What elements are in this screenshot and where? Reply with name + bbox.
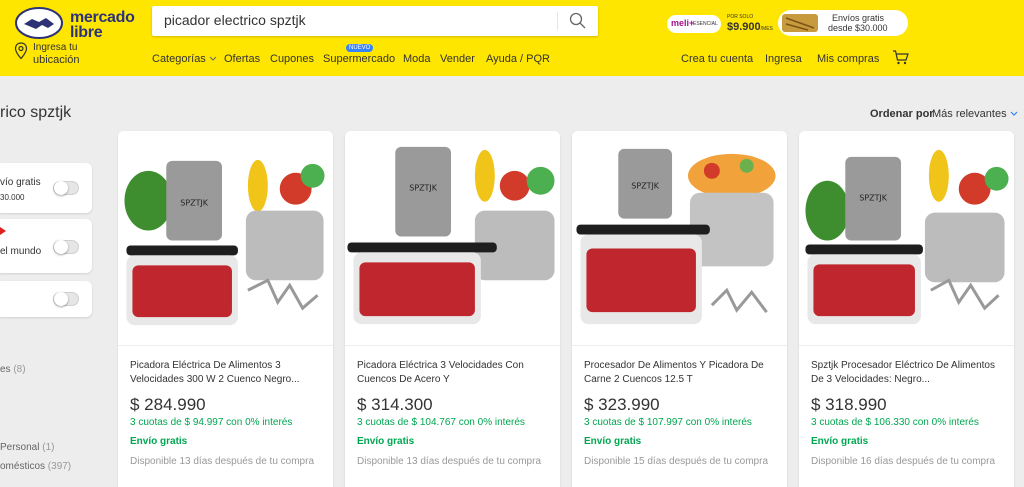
product-title[interactable]: Spztjk Procesador Eléctrico De Alimentos… [811,359,1001,387]
logo-text: mercado libre [70,9,135,41]
filter-toggle[interactable] [53,181,79,195]
product-brand-label: SPZTJK [409,184,437,193]
meli-plus-promo[interactable]: meli+ ESENCIAL POR SOLO $9.900/MES [667,12,777,36]
product-image[interactable]: SPZTJK [799,131,1014,346]
product-title[interactable]: Picadora Eléctrica 3 Velocidades Con Cue… [357,359,547,387]
product-price: $ 318.990 [811,395,887,414]
filter-toggle[interactable] [53,292,79,306]
nav-supermercado[interactable]: Supermercado [323,53,395,65]
product-title[interactable]: Picadora Eléctrica De Alimentos 3 Veloci… [130,359,320,387]
product-delivery: Disponible 13 días después de tu compra [357,456,542,467]
product-shipping: Envío gratis [357,436,415,447]
filter-envio-gratis[interactable]: vío gratis 30.000 [0,163,92,213]
side-filter-item[interactable]: es (8) [0,364,26,375]
nav-vender[interactable]: Vender [440,53,475,65]
sort-dropdown[interactable]: Más relevantes [932,108,1018,120]
product-delivery: Disponible 15 días después de tu compra [584,456,769,467]
filter-toggle[interactable] [53,240,79,254]
handshake-logo-icon [15,7,63,39]
product-shipping: Envío gratis [584,436,642,447]
product-card[interactable]: SPZTJK Picadora Eléctrica De Alimentos 3… [118,131,333,487]
product-card[interactable]: SPZTJK Procesador De Alimentos Y Picador… [572,131,787,487]
sort-label: Ordenar por [870,108,934,120]
flag-icon [0,227,6,235]
filter-internacional[interactable]: el mundo [0,219,92,273]
meli-plus-pill: meli+ ESENCIAL [667,15,721,33]
envios-line1: Envíos gratis [832,13,885,23]
promo-por-solo: POR SOLO [727,14,754,20]
product-card[interactable]: SPZTJK Picadora Eléctrica 3 Velocidades … [345,131,560,487]
search-input[interactable] [164,12,554,28]
search-divider [557,12,558,30]
product-installments: 3 cuotas de $ 106.330 con 0% interés [811,417,979,428]
product-shipping: Envío gratis [811,436,869,447]
nuevo-badge: NUEVO [346,44,374,52]
product-installments: 3 cuotas de $ 104.767 con 0% interés [357,417,525,428]
page-title: rico spztjk [0,104,72,121]
product-card[interactable]: SPZTJK Spztjk Procesador Eléctrico De Al… [799,131,1014,487]
product-delivery: Disponible 13 días después de tu compra [130,456,315,467]
envios-gratis-promo[interactable]: Envíos gratis desde $30.000 [778,10,908,36]
product-delivery: Disponible 16 días después de tu compra [811,456,996,467]
product-brand-label: SPZTJK [180,199,208,208]
envios-line2: desde $30.000 [828,23,888,33]
product-title[interactable]: Procesador De Alimentos Y Picadora De Ca… [584,359,774,387]
product-installments: 3 cuotas de $ 94.997 con 0% interés [130,417,293,428]
side-filter-item[interactable]: omésticos (397) [0,461,71,472]
chevron-down-icon [1010,111,1018,116]
ingresa-link[interactable]: Ingresa [765,53,802,65]
nav-categorias[interactable]: Categorías [152,53,217,65]
product-price: $ 314.300 [357,395,433,414]
nav-ofertas[interactable]: Ofertas [224,53,260,65]
promo-price: $9.900/MES [727,21,773,33]
product-brand-label: SPZTJK [631,182,659,191]
product-image[interactable]: SPZTJK [118,131,333,346]
cart-icon[interactable] [892,50,909,65]
search-box [152,6,598,36]
product-installments: 3 cuotas de $ 107.997 con 0% interés [584,417,752,428]
product-price: $ 284.990 [130,395,206,414]
product-price: $ 323.990 [584,395,660,414]
nav-moda[interactable]: Moda [403,53,431,65]
crea-cuenta-link[interactable]: Crea tu cuenta [681,53,753,65]
location-label: Ingresa tu [33,42,78,53]
filter-label: vío gratis [0,177,41,188]
product-image[interactable]: SPZTJK [345,131,560,346]
nav-ayuda[interactable]: Ayuda / PQR [486,53,550,65]
filter-label: el mundo [0,246,42,257]
meli-plus-brand: meli+ [671,18,695,28]
product-brand-label: SPZTJK [859,194,887,203]
search-icon[interactable] [568,11,588,31]
location-pin-icon [14,42,28,60]
filter-full[interactable] [0,281,92,317]
filter-sublabel: 30.000 [0,193,25,202]
product-image[interactable]: SPZTJK [572,131,787,346]
side-filter-item[interactable]: Personal (1) [0,442,54,453]
mis-compras-link[interactable]: Mis compras [817,53,879,65]
meli-plus-sub: ESENCIAL [693,21,718,27]
nav-cupones[interactable]: Cupones [270,53,314,65]
product-shipping: Envío gratis [130,436,188,447]
chevron-down-icon [209,56,217,61]
mercadolibre-logo[interactable]: mercado libre [14,6,135,41]
header: mercado libre Ingresa tu ubicación Categ… [0,0,1024,76]
location-value: ubicación [33,54,80,66]
